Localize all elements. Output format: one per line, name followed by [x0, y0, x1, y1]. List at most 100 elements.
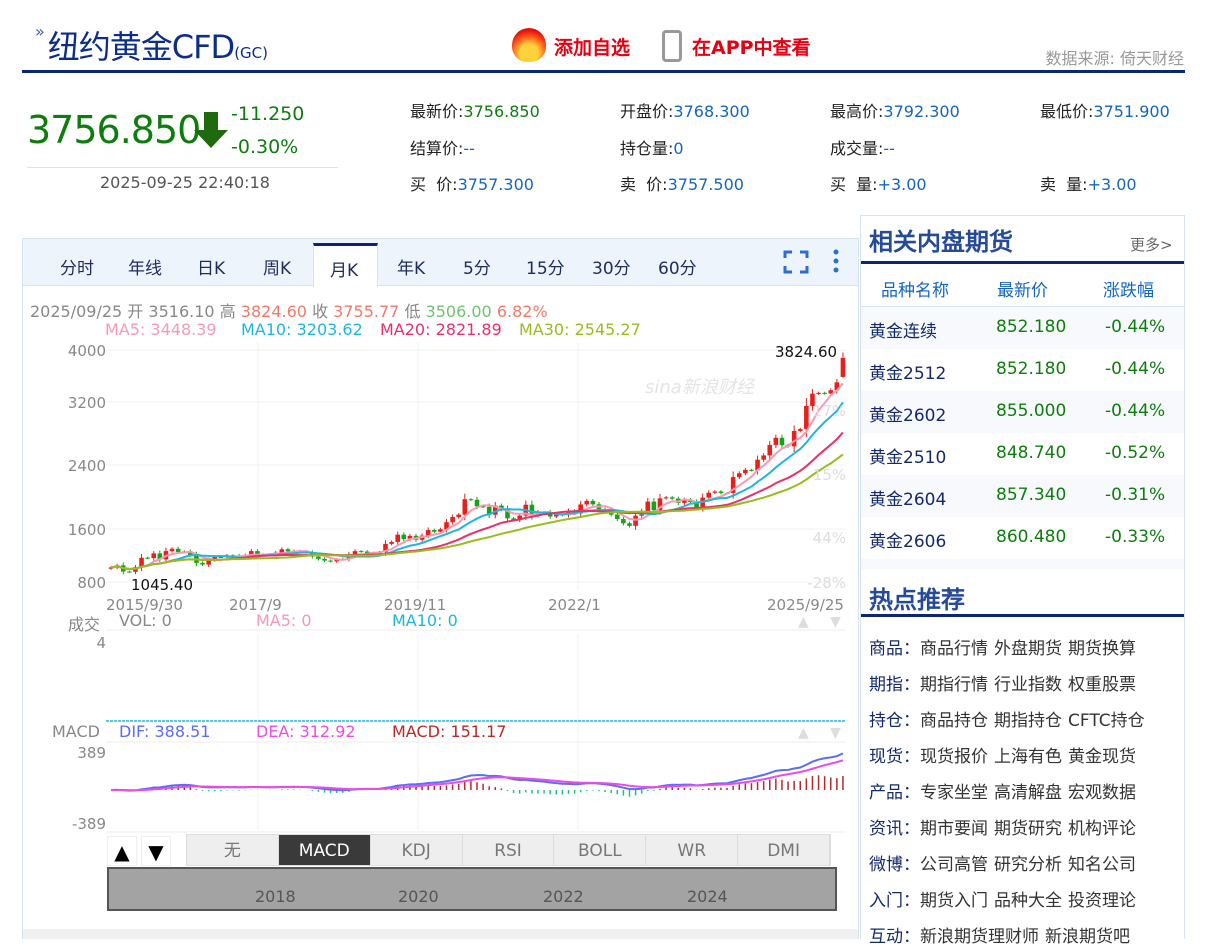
volume-value: VOL: 0: [119, 611, 172, 630]
hot-link[interactable]: 品种大全: [994, 891, 1062, 911]
hot-link[interactable]: 研究分析: [994, 855, 1062, 875]
candle: [791, 430, 797, 447]
candle: [474, 499, 480, 507]
hot-link[interactable]: 上海有色: [994, 747, 1062, 767]
macd-value: MACD: 151.17: [392, 722, 507, 741]
indicator-up-button[interactable]: ▲: [107, 836, 137, 866]
navigator-year: 2018: [255, 887, 296, 906]
hot-link[interactable]: 期货研究: [994, 819, 1062, 839]
hot-link[interactable]: 权重股票: [1068, 675, 1136, 695]
table-row[interactable]: 黄金2604 857.340 -0.31%: [861, 475, 1184, 517]
candle: [584, 500, 590, 505]
indicator-tab-6[interactable]: DMI: [738, 835, 831, 865]
candle: [761, 455, 766, 460]
hot-link[interactable]: 期指行情: [920, 675, 988, 695]
hot-link[interactable]: CFTC持仓: [1068, 711, 1145, 731]
hot-link[interactable]: 期指持仓: [994, 711, 1062, 731]
hot-link[interactable]: 投资理论: [1068, 891, 1136, 911]
hot-link[interactable]: 外盘期货: [994, 639, 1062, 659]
contract-name[interactable]: 黄金2510: [869, 443, 946, 468]
contract-price: 852.180: [996, 317, 1067, 337]
hot-category: 资讯：: [869, 819, 920, 839]
hot-link[interactable]: 现货报价: [920, 747, 988, 767]
y-tick: 3200: [67, 394, 106, 412]
candle: [169, 548, 175, 552]
more-link[interactable]: 更多>: [1130, 234, 1173, 255]
table-row[interactable]: 黄金连续 852.180 -0.44%: [861, 307, 1184, 349]
candle: [621, 518, 626, 524]
x-tick: 2022/1: [548, 596, 601, 614]
contract-change: -0.44%: [1105, 359, 1166, 379]
candle: [663, 497, 669, 499]
candle: [175, 548, 181, 553]
hot-link[interactable]: 期货入门: [920, 891, 988, 911]
table-row[interactable]: 黄金2606 860.480 -0.33%: [861, 517, 1184, 559]
candle: [389, 541, 394, 544]
candle: [718, 491, 724, 494]
candle: [352, 551, 358, 555]
candle: [614, 514, 620, 519]
hot-link[interactable]: 黄金现货: [1068, 747, 1136, 767]
hot-link[interactable]: 商品行情: [920, 639, 988, 659]
hot-row: 资讯：期市要闻 期货研究 机构评论: [869, 814, 1142, 839]
indicator-tab-5[interactable]: WR: [646, 835, 739, 865]
table-row[interactable]: 黄金2512 852.180 -0.44%: [861, 349, 1184, 391]
indicator-down-button[interactable]: ▼: [141, 836, 171, 866]
hot-row: 互动：新浪期货理财师 新浪期货吧: [869, 922, 1136, 947]
candle: [822, 392, 827, 394]
candle: [645, 501, 651, 512]
hot-row: 现货：现货报价 上海有色 黄金现货: [869, 742, 1142, 767]
table-row[interactable]: 黄金2602 855.000 -0.44%: [861, 391, 1184, 433]
indicator-tab-0[interactable]: 无: [187, 835, 279, 865]
pane-down-icon[interactable]: ▼: [830, 725, 841, 741]
table-row: [861, 559, 1184, 569]
pane-down-icon[interactable]: ▼: [830, 614, 841, 630]
contract-change: -0.52%: [1105, 443, 1166, 463]
indicator-tab-3[interactable]: RSI: [463, 835, 555, 865]
candle: [651, 501, 657, 511]
candle: [456, 514, 462, 518]
contract-change: -0.33%: [1105, 527, 1166, 547]
hot-link[interactable]: 公司高管: [920, 855, 988, 875]
hot-link[interactable]: 期货换算: [1068, 639, 1136, 659]
contract-name[interactable]: 黄金2604: [869, 485, 946, 510]
hot-link[interactable]: 专家坐堂: [920, 783, 988, 803]
hot-link[interactable]: 宏观数据: [1068, 783, 1136, 803]
table-row[interactable]: 黄金2510 848.740 -0.52%: [861, 433, 1184, 475]
contract-name[interactable]: 黄金2512: [869, 359, 946, 384]
related-futures-title: 相关内盘期货: [869, 228, 1013, 256]
hot-link[interactable]: 商品持仓: [920, 711, 988, 731]
contract-name[interactable]: 黄金2602: [869, 401, 946, 426]
pane-up-icon[interactable]: ▲: [798, 614, 809, 630]
x-tick: 2025/9/25: [767, 596, 844, 614]
contract-name[interactable]: 黄金2606: [869, 527, 946, 552]
hot-link[interactable]: 知名公司: [1068, 855, 1136, 875]
volume-axis-tick: 4: [96, 634, 106, 652]
right-pct-tick: 15%: [812, 466, 846, 484]
hot-row: 商品：商品行情 外盘期货 期货换算: [869, 634, 1142, 659]
contract-change: -0.44%: [1105, 401, 1166, 421]
indicator-tabs: 无 MACD KDJ RSI BOLL WR DMI: [186, 834, 831, 866]
pane-up-icon[interactable]: ▲: [798, 725, 809, 741]
hot-link[interactable]: 机构评论: [1068, 819, 1136, 839]
max-price-label: 3824.60: [775, 343, 838, 361]
hot-link[interactable]: 行业指数: [994, 675, 1062, 695]
candle: [840, 357, 846, 377]
hot-link[interactable]: 期市要闻: [920, 819, 988, 839]
right-pct-tick: 44%: [812, 529, 846, 547]
indicator-tab-4[interactable]: BOLL: [554, 835, 647, 865]
indicator-tab-1[interactable]: MACD: [278, 835, 371, 865]
indicator-tab-2[interactable]: KDJ: [371, 835, 463, 865]
volume-ma10: MA10: 0: [392, 611, 458, 630]
navigator-year: 2022: [543, 887, 584, 906]
hot-link[interactable]: 高清解盘: [994, 783, 1062, 803]
hot-category: 入门：: [869, 891, 920, 911]
candle: [200, 562, 205, 565]
panel-footer: [23, 929, 858, 939]
hot-link[interactable]: 新浪期货理财师: [920, 927, 1039, 947]
contract-name[interactable]: 黄金连续: [869, 317, 937, 342]
right-pct-tick: 17%: [812, 402, 846, 420]
y-tick: 1600: [67, 521, 106, 539]
hot-link[interactable]: 新浪期货吧: [1045, 927, 1130, 947]
hot-category: 期指：: [869, 675, 920, 695]
